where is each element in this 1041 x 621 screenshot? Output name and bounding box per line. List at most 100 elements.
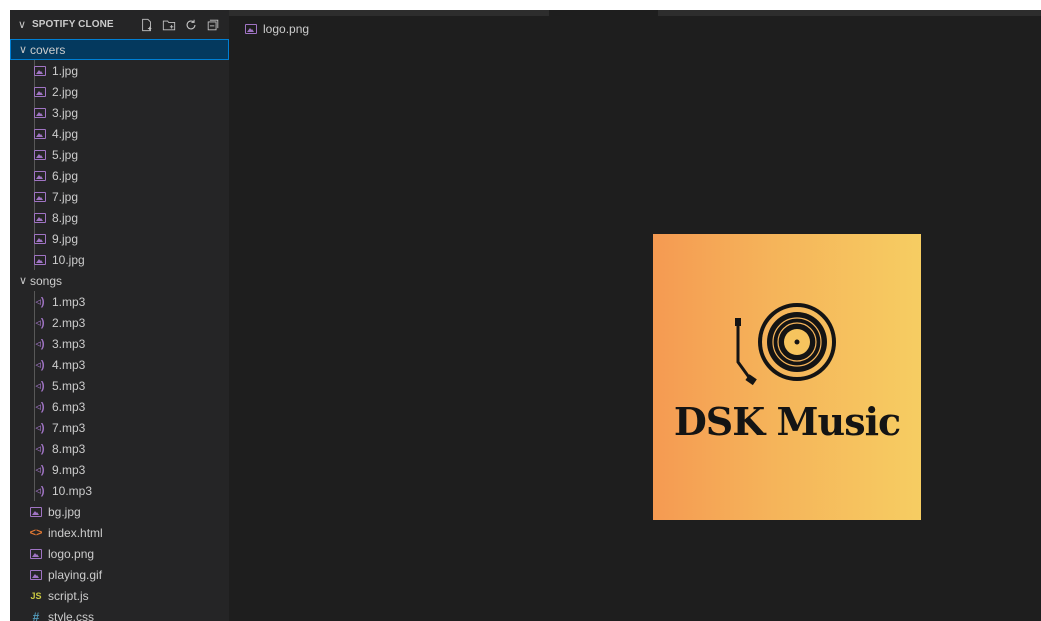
file-6-mp3[interactable]: ◃) 6.mp3 [10,396,229,417]
file-label: 3.jpg [52,105,79,120]
file-label: 6.jpg [52,168,79,183]
vscode-window: ∨ SPOTIFY CLONE ∨ covers 1.jpg 2.jpg 3.j… [0,0,1041,621]
image-icon [32,128,48,139]
file-bg-jpg[interactable]: bg.jpg [10,501,229,522]
audio-icon: ◃) [35,422,45,434]
image-icon [28,569,44,580]
folder-covers[interactable]: ∨ covers [10,39,229,60]
breadcrumb-file[interactable]: logo.png [263,22,309,36]
file-6-jpg[interactable]: 6.jpg [10,165,229,186]
file-label: 3.mp3 [52,336,86,351]
file-label: 9.jpg [52,231,79,246]
file-tree: ∨ covers 1.jpg 2.jpg 3.jpg 4.jpg 5.jpg 6.jpg 7… [10,39,229,621]
file-4-jpg[interactable]: 4.jpg [10,123,229,144]
css-icon: # [32,609,40,621]
chevron-down-icon[interactable]: ∨ [18,18,30,31]
audio-icon: ◃) [35,401,45,413]
editor-area: logo.png DSK Music [229,10,1041,621]
file-index-html[interactable]: <> index.html [10,522,229,543]
file-7-mp3[interactable]: ◃) 7.mp3 [10,417,229,438]
image-icon [245,24,257,34]
js-icon: JS [30,590,42,601]
image-icon [32,86,48,97]
file-label: 9.mp3 [52,462,86,477]
file-label: script.js [48,588,89,603]
file-label: 2.mp3 [52,315,86,330]
file-label: 8.jpg [52,210,79,225]
image-preview: DSK Music [653,234,921,520]
file-label: index.html [48,525,103,540]
html-icon: <> [29,526,43,539]
chevron-down-icon: ∨ [18,275,28,287]
audio-icon: ◃) [35,464,45,476]
workspace-title: SPOTIFY CLONE [32,19,114,30]
file-label: 10.mp3 [52,483,93,498]
image-icon [32,170,48,181]
image-icon [32,191,48,202]
file-label: 1.jpg [52,63,79,78]
file-label: bg.jpg [48,504,81,519]
image-icon [28,506,44,517]
file-5-jpg[interactable]: 5.jpg [10,144,229,165]
file-3-mp3[interactable]: ◃) 3.mp3 [10,333,229,354]
explorer-header[interactable]: ∨ SPOTIFY CLONE [10,10,229,39]
file-label: 4.jpg [52,126,79,141]
chevron-down-icon: ∨ [18,44,28,56]
breadcrumb[interactable]: logo.png [245,20,309,38]
file-9-mp3[interactable]: ◃) 9.mp3 [10,459,229,480]
file-8-jpg[interactable]: 8.jpg [10,207,229,228]
image-icon [32,107,48,118]
image-icon [32,212,48,223]
audio-icon: ◃) [35,380,45,392]
logo-text: DSK Music [673,399,901,444]
audio-icon: ◃) [35,296,45,308]
vinyl-turntable-icon [735,303,836,386]
file-2-jpg[interactable]: 2.jpg [10,81,229,102]
file-5-mp3[interactable]: ◃) 5.mp3 [10,375,229,396]
image-icon [32,254,48,265]
audio-icon: ◃) [35,485,45,497]
file-label: 8.mp3 [52,441,86,456]
audio-icon: ◃) [35,359,45,371]
image-icon [32,65,48,76]
file-style-css[interactable]: # style.css [10,606,229,621]
file-10-jpg[interactable]: 10.jpg [10,249,229,270]
folder-songs[interactable]: ∨ songs [10,270,229,291]
file-9-jpg[interactable]: 9.jpg [10,228,229,249]
image-icon [32,233,48,244]
file-7-jpg[interactable]: 7.jpg [10,186,229,207]
file-label: 7.jpg [52,189,79,204]
new-file-icon[interactable] [139,17,155,33]
file-label: 5.mp3 [52,378,86,393]
file-1-jpg[interactable]: 1.jpg [10,60,229,81]
image-icon [32,149,48,160]
file-label: style.css [48,609,95,621]
file-label: 4.mp3 [52,357,86,372]
audio-icon: ◃) [35,443,45,455]
file-label: 1.mp3 [52,294,86,309]
audio-icon: ◃) [35,317,45,329]
file-label: playing.gif [48,567,103,582]
refresh-icon[interactable] [183,17,199,33]
collapse-all-icon[interactable] [205,17,221,33]
explorer-sidebar: ∨ SPOTIFY CLONE ∨ covers 1.jpg 2.jpg 3.j… [10,10,229,621]
file-script-js[interactable]: JS script.js [10,585,229,606]
file-label: logo.png [48,546,95,561]
file-1-mp3[interactable]: ◃) 1.mp3 [10,291,229,312]
file-2-mp3[interactable]: ◃) 2.mp3 [10,312,229,333]
file-logo-png[interactable]: logo.png [10,543,229,564]
file-4-mp3[interactable]: ◃) 4.mp3 [10,354,229,375]
tab-strip [229,10,1041,18]
file-label: 5.jpg [52,147,79,162]
file-label: 6.mp3 [52,399,86,414]
file-label: 10.jpg [52,252,85,267]
file-label: 7.mp3 [52,420,86,435]
file-8-mp3[interactable]: ◃) 8.mp3 [10,438,229,459]
audio-icon: ◃) [35,338,45,350]
file-3-jpg[interactable]: 3.jpg [10,102,229,123]
image-icon [28,548,44,559]
file-label: 2.jpg [52,84,79,99]
new-folder-icon[interactable] [161,17,177,33]
file-playing-gif[interactable]: playing.gif [10,564,229,585]
file-10-mp3[interactable]: ◃) 10.mp3 [10,480,229,501]
